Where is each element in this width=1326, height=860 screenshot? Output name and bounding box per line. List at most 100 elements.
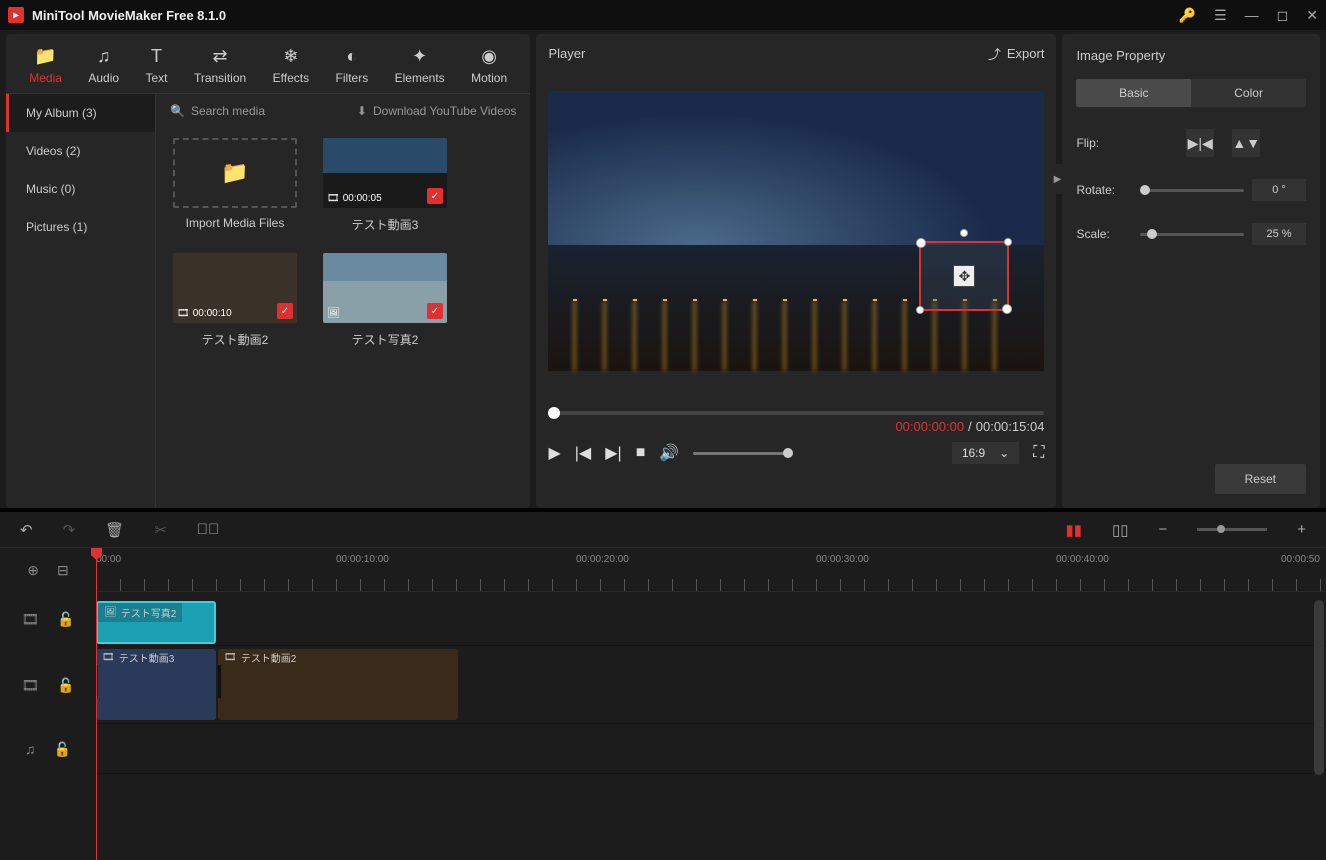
motion-icon: ◉ — [481, 46, 497, 67]
delete-button[interactable]: 🗑 — [105, 521, 124, 539]
magnet-on-icon[interactable]: ▮▮ — [1065, 521, 1082, 539]
scale-slider[interactable] — [1140, 233, 1244, 236]
stop-button[interactable]: ■ — [636, 444, 646, 462]
video-icon: 🎞 — [224, 652, 237, 663]
overlay-transform-box[interactable]: ✥ — [919, 241, 1009, 311]
music-icon: ♫ — [97, 46, 111, 67]
tab-basic[interactable]: Basic — [1076, 79, 1191, 107]
window-close-icon[interactable]: ✕ — [1306, 7, 1318, 24]
flip-horizontal-button[interactable]: ▶|◀ — [1186, 129, 1214, 157]
timeline-scrollbar[interactable] — [1314, 600, 1324, 850]
import-media-button[interactable]: 📁 Import Media Files — [170, 138, 300, 233]
prev-frame-button[interactable]: |◀ — [575, 443, 591, 463]
preview-canvas[interactable]: ✥ — [548, 91, 1044, 371]
library-panel: 📁Media ♫Audio TText ⇄Transition ❄Effects… — [6, 34, 530, 508]
total-time: 00:00:15:04 — [976, 419, 1045, 434]
move-icon[interactable]: ✥ — [953, 265, 975, 287]
aspect-ratio-select[interactable]: 16:9 ⌄ — [952, 442, 1019, 464]
timeline-panel: ↶ ↷ 🗑 ✂ ✂⃞ ▮▮ ▯▯ − + ⊕ ⊟ 🎞 🔓 — [0, 508, 1326, 860]
playhead[interactable] — [96, 548, 97, 860]
remove-track-button[interactable]: ⊟ — [57, 562, 69, 579]
media-item[interactable]: 🎞00:00:10 ✓ テスト動画2 — [170, 253, 300, 348]
video-clip[interactable]: 🎞テスト動画2 — [218, 649, 458, 720]
download-icon: ⬇ — [357, 104, 367, 118]
video-clip[interactable]: 🎞テスト動画3 — [96, 649, 216, 720]
volume-icon[interactable]: 🔊 — [659, 443, 679, 463]
category-pictures[interactable]: Pictures (1) — [6, 208, 155, 246]
check-icon: ✓ — [427, 303, 443, 319]
category-my-album[interactable]: My Album (3) — [6, 94, 155, 132]
app-title: MiniTool MovieMaker Free 8.1.0 — [32, 8, 1179, 23]
scale-value[interactable]: 25 % — [1252, 223, 1306, 245]
collapse-properties-button[interactable]: ▶ — [1052, 164, 1062, 194]
magnet-icon[interactable]: ▯▯ — [1112, 521, 1129, 539]
zoom-out-button[interactable]: − — [1158, 521, 1167, 538]
filters-icon: ◐ — [346, 46, 357, 67]
fullscreen-icon[interactable]: ⛶ — [1033, 444, 1044, 462]
tab-effects[interactable]: ❄Effects — [269, 40, 313, 91]
tab-transition[interactable]: ⇄Transition — [190, 40, 250, 91]
split-button[interactable]: ✂ — [154, 521, 167, 539]
add-track-button[interactable]: ⊕ — [27, 562, 39, 579]
upgrade-key-icon[interactable]: 🔑 — [1179, 7, 1196, 24]
overlay-clip[interactable]: 🖼テスト写真2 — [96, 601, 216, 644]
media-item[interactable]: 🎞00:00:05 ✓ テスト動画3 — [320, 138, 450, 233]
timeline-tracks[interactable]: 00:00 00:00:10:00 00:00:20:00 00:00:30:0… — [96, 548, 1326, 860]
video-icon: 🎞 — [327, 193, 340, 204]
undo-button[interactable]: ↶ — [20, 521, 33, 539]
effects-icon: ❄ — [283, 46, 298, 67]
seek-bar[interactable] — [548, 411, 1044, 415]
search-media[interactable]: 🔍 Search media — [170, 104, 347, 118]
flip-vertical-button[interactable]: ▲▼ — [1232, 129, 1260, 157]
overlay-track-icon: 🎞 — [21, 611, 39, 628]
download-youtube-link[interactable]: ⬇ Download YouTube Videos — [357, 104, 517, 118]
timeline-ruler[interactable]: 00:00 00:00:10:00 00:00:20:00 00:00:30:0… — [96, 548, 1326, 592]
check-icon: ✓ — [427, 188, 443, 204]
media-item[interactable]: 🖼 ✓ テスト写真2 — [320, 253, 450, 348]
lock-icon[interactable]: 🔓 — [57, 677, 74, 694]
tab-audio[interactable]: ♫Audio — [84, 40, 123, 91]
lock-icon[interactable]: 🔓 — [57, 611, 74, 628]
titlebar: ▸ MiniTool MovieMaker Free 8.1.0 🔑 ☰ — ◻… — [0, 0, 1326, 30]
category-music[interactable]: Music (0) — [6, 170, 155, 208]
export-button[interactable]: ⤴ Export — [988, 44, 1045, 63]
search-placeholder: Search media — [191, 104, 265, 118]
crop-button[interactable]: ✂⃞ — [197, 521, 220, 538]
player-title: Player — [548, 46, 987, 61]
reset-button[interactable]: Reset — [1215, 464, 1306, 494]
window-maximize-icon[interactable]: ◻ — [1277, 7, 1289, 24]
volume-slider[interactable] — [693, 452, 793, 455]
property-title: Image Property — [1076, 48, 1306, 63]
zoom-slider[interactable] — [1197, 528, 1267, 531]
tab-text[interactable]: TText — [141, 40, 171, 91]
player-panel: Player ⤴ Export ✥ 00:00:00:00 — [536, 34, 1056, 508]
tab-color[interactable]: Color — [1191, 79, 1306, 107]
tab-media[interactable]: 📁Media — [25, 40, 66, 91]
redo-button[interactable]: ↷ — [63, 521, 76, 539]
search-icon: 🔍 — [170, 104, 185, 118]
library-categories: My Album (3) Videos (2) Music (0) Pictur… — [6, 94, 156, 508]
window-minimize-icon[interactable]: — — [1245, 7, 1259, 23]
property-tabs: Basic Color — [1076, 79, 1306, 107]
category-videos[interactable]: Videos (2) — [6, 132, 155, 170]
video-icon: 🎞 — [177, 308, 190, 319]
menu-icon[interactable]: ☰ — [1214, 7, 1227, 24]
play-button[interactable]: ▶ — [548, 443, 560, 463]
tab-filters[interactable]: ◐Filters — [332, 40, 373, 91]
current-time: 00:00:00:00 — [895, 419, 964, 434]
rotate-value[interactable]: 0 ° — [1252, 179, 1306, 201]
timeline-toolbar: ↶ ↷ 🗑 ✂ ✂⃞ ▮▮ ▯▯ − + — [0, 512, 1326, 548]
rotate-slider[interactable] — [1140, 189, 1244, 192]
tab-elements[interactable]: ✦Elements — [391, 40, 449, 91]
next-frame-button[interactable]: ▶| — [605, 443, 621, 463]
audio-track-icon: ♫ — [25, 741, 36, 757]
zoom-in-button[interactable]: + — [1297, 521, 1306, 538]
folder-icon: 📁 — [221, 160, 248, 186]
video-track-icon: 🎞 — [21, 677, 39, 694]
lock-icon[interactable]: 🔓 — [54, 741, 71, 758]
check-icon: ✓ — [277, 303, 293, 319]
property-panel: ▶ Image Property Basic Color Flip: ▶|◀ ▲… — [1062, 34, 1320, 508]
rotate-label: Rotate: — [1076, 183, 1132, 197]
chevron-down-icon: ⌄ — [999, 446, 1009, 460]
tab-motion[interactable]: ◉Motion — [467, 40, 511, 91]
